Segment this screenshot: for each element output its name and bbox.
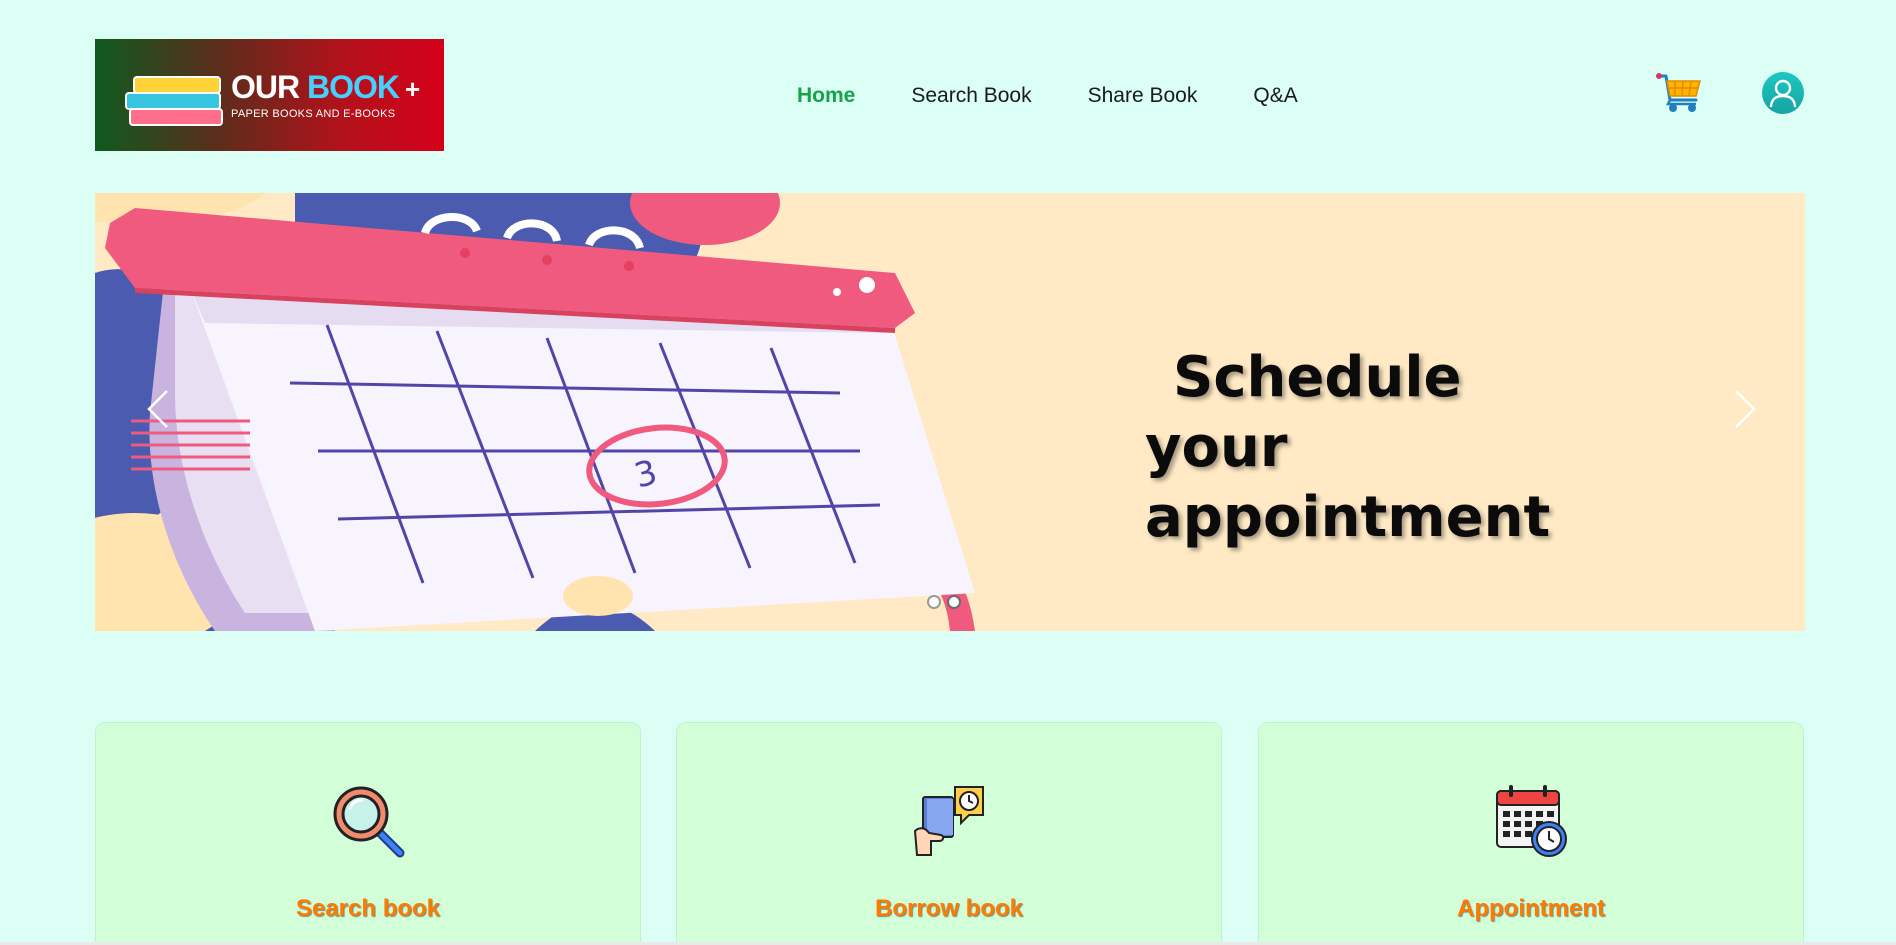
carousel-indicators bbox=[927, 595, 961, 609]
nav-search-book[interactable]: Search Book bbox=[911, 84, 1031, 108]
service-card-label: Borrow book bbox=[875, 895, 1023, 922]
logo-subtitle: PAPER BOOKS AND E-BOOKS bbox=[231, 108, 396, 120]
logo-title: OUR BOOK + bbox=[231, 69, 420, 106]
page: OUR BOOK + PAPER BOOKS AND E-BOOKS Home S… bbox=[0, 0, 1896, 945]
carousel-dot-1[interactable] bbox=[927, 595, 941, 609]
magnifier-icon bbox=[330, 783, 406, 859]
main-nav: Home Search Book Share Book Q&A bbox=[797, 84, 1298, 108]
service-card-label: Appointment bbox=[1457, 895, 1605, 922]
nav-share-book[interactable]: Share Book bbox=[1088, 84, 1198, 108]
service-card-borrow[interactable]: Borrow book bbox=[676, 722, 1222, 945]
books-stack-icon bbox=[123, 60, 223, 130]
logo-title-our: OUR bbox=[231, 69, 300, 105]
service-card-label: Search book bbox=[295, 895, 441, 922]
calendar-clock-icon bbox=[1493, 783, 1569, 859]
nav-home[interactable]: Home bbox=[797, 84, 855, 108]
logo-text: OUR BOOK + PAPER BOOKS AND E-BOOKS bbox=[231, 69, 420, 120]
nav-qa[interactable]: Q&A bbox=[1253, 84, 1297, 108]
user-icon[interactable] bbox=[1762, 72, 1804, 114]
site-logo[interactable]: OUR BOOK + PAPER BOOKS AND E-BOOKS bbox=[95, 39, 444, 151]
cart-icon[interactable] bbox=[1656, 70, 1704, 118]
borrow-book-icon bbox=[911, 783, 987, 859]
banner-line-2: your appointment bbox=[1145, 415, 1551, 550]
logo-title-plus: + bbox=[405, 74, 420, 104]
banner-headline: Schedule your appointment bbox=[1145, 343, 1705, 553]
logo-title-book: BOOK bbox=[307, 69, 400, 105]
carousel-next-arrow-icon[interactable] bbox=[1732, 389, 1758, 429]
service-card-appointment[interactable]: Appointment bbox=[1258, 722, 1804, 945]
banner-line-1: Schedule bbox=[1173, 345, 1462, 410]
carousel-dot-2[interactable] bbox=[947, 595, 961, 609]
calendar-illustration: 3 bbox=[95, 193, 975, 631]
hero-carousel[interactable]: 3 Schedule your appointment bbox=[95, 193, 1805, 631]
service-card-search[interactable]: Search book bbox=[95, 722, 641, 945]
carousel-prev-arrow-icon[interactable] bbox=[145, 389, 171, 429]
